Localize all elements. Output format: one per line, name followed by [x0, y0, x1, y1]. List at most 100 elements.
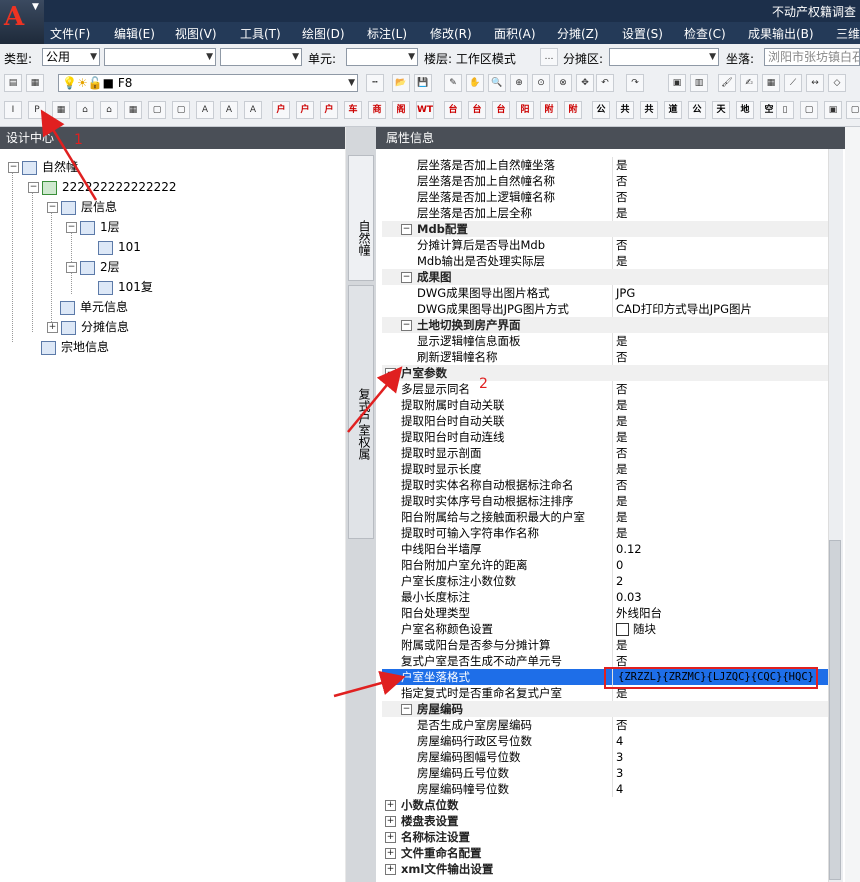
layer-select[interactable]: 💡☀🔓■ F8 ▼ [58, 74, 358, 92]
layer-state-icon[interactable]: ▦ [26, 74, 44, 92]
menu-item[interactable]: 修改(R) [430, 25, 472, 42]
property-value[interactable]: 是 [616, 397, 628, 413]
property-value[interactable]: 是 [616, 333, 628, 349]
collapse-icon[interactable]: − [385, 368, 396, 379]
property-value[interactable]: 否 [616, 349, 628, 365]
tree-node-floor2[interactable]: − 2层 [66, 258, 120, 276]
move-icon[interactable]: ✥ [576, 74, 594, 92]
property-row[interactable]: 提取时显示剖面 否 [382, 445, 828, 461]
edit-icon[interactable]: ✍ [740, 74, 758, 92]
property-value[interactable]: 是 [616, 205, 628, 221]
menu-item[interactable]: 分摊(Z) [557, 25, 599, 42]
menu-item[interactable]: 绘图(D) [302, 25, 345, 42]
property-category-collapsed[interactable]: + 楼盘表设置 [382, 813, 828, 829]
property-category[interactable]: − 户室参数 [382, 365, 828, 381]
property-row[interactable]: Mdb输出是否处理实际层 是 [382, 253, 828, 269]
undo-icon[interactable]: ↶ [596, 74, 614, 92]
property-value[interactable]: 是 [616, 509, 628, 525]
property-row[interactable]: 阳台附加户室允许的距离 0 [382, 557, 828, 573]
linetype-icon[interactable]: ┅ [366, 74, 384, 92]
property-value[interactable]: 是 [616, 637, 628, 653]
expand-icon[interactable]: + [385, 832, 396, 843]
zoom-previous-icon[interactable]: ⊗ [554, 74, 572, 92]
house-tool-button[interactable]: 公用 [592, 101, 610, 119]
house-tool-button[interactable]: 商 [368, 101, 386, 119]
table-icon[interactable]: ▥ [690, 74, 708, 92]
property-row[interactable]: 刷新逻辑幢名称 否 [382, 349, 828, 365]
property-value[interactable]: 否 [616, 189, 628, 205]
expand-icon[interactable]: + [47, 322, 58, 333]
open-folder-icon[interactable]: 📂 [392, 74, 410, 92]
collapse-icon[interactable]: − [28, 182, 39, 193]
property-row[interactable]: DWG成果图导出JPG图片方式 CAD打印方式导出JPG图片 [382, 301, 828, 317]
house-tool-button[interactable]: 户 [272, 101, 290, 119]
property-value[interactable]: 否 [616, 381, 628, 397]
property-category-collapsed[interactable]: + 名称标注设置 [382, 829, 828, 845]
frame2-icon[interactable]: ▢ [800, 101, 818, 119]
menu-item[interactable]: 面积(A) [494, 25, 536, 42]
menu-item[interactable]: 工具(T) [240, 25, 281, 42]
expand-icon[interactable]: + [385, 864, 396, 875]
menu-item[interactable]: 成果输出(B) [748, 25, 814, 42]
tree-node-land-info[interactable]: 宗地信息 [41, 338, 109, 356]
property-value[interactable]: 2 [616, 573, 623, 589]
node-icon[interactable]: ◇ [828, 74, 846, 92]
polyline-icon[interactable]: ⟋ [784, 74, 802, 92]
dimension-icon[interactable]: ↔ [806, 74, 824, 92]
house-tool-button[interactable]: 台 [444, 101, 462, 119]
property-row[interactable]: 提取时实体序号自动根据标注排序 是 [382, 493, 828, 509]
property-category[interactable]: − 成果图 [382, 269, 828, 285]
brush-icon[interactable]: 🖌 [718, 74, 736, 92]
collapse-icon[interactable]: − [66, 262, 77, 273]
property-category[interactable]: − 土地切换到房产界面 [382, 317, 828, 333]
property-value[interactable]: 0.03 [616, 589, 642, 605]
property-value[interactable]: 是 [616, 461, 628, 477]
property-value[interactable]: 是 [616, 413, 628, 429]
property-row[interactable]: 是否生成户室房屋编码 否 [382, 717, 828, 733]
house-tool-button[interactable]: WT [416, 101, 434, 119]
property-value[interactable]: 3 [616, 765, 623, 781]
property-category[interactable]: − Mdb配置 [382, 221, 828, 237]
property-value[interactable]: 0 [616, 557, 623, 573]
property-row[interactable]: 提取阳台时自动关联 是 [382, 413, 828, 429]
house-tool-button[interactable]: 天井 [712, 101, 730, 119]
property-row[interactable]: 房屋编码丘号位数 3 [382, 765, 828, 781]
property-row[interactable]: DWG成果图导出图片格式 JPG [382, 285, 828, 301]
property-row[interactable]: 提取阳台时自动连线 是 [382, 429, 828, 445]
frame-icon[interactable]: ▯ [776, 101, 794, 119]
property-value[interactable]: 否 [616, 173, 628, 189]
house-tool-button[interactable]: 车 [344, 101, 362, 119]
property-row[interactable]: 户室长度标注小数位数 2 [382, 573, 828, 589]
tree-node-building[interactable]: − 222222222222222 [28, 178, 177, 196]
tool-7-icon[interactable]: ▢ [148, 101, 166, 119]
tool-4-icon[interactable]: ⌂ [76, 101, 94, 119]
property-value[interactable]: 是 [616, 493, 628, 509]
property-row[interactable]: 户室名称颜色设置 随块 [382, 621, 828, 637]
save-icon[interactable]: 💾 [414, 74, 432, 92]
property-row[interactable]: 提取时实体名称自动根据标注命名 否 [382, 477, 828, 493]
text-a2-icon[interactable]: A [220, 101, 238, 119]
properties-icon[interactable]: ▣ [668, 74, 686, 92]
property-value[interactable]: 是 [616, 429, 628, 445]
house-tool-button[interactable]: 附 [564, 101, 582, 119]
property-row[interactable]: 房屋编码行政区号位数 4 [382, 733, 828, 749]
tab-natural-building[interactable]: 自然幢 [348, 155, 374, 281]
house-tool-button[interactable]: 附 [540, 101, 558, 119]
grid-icon[interactable]: ▦ [762, 74, 780, 92]
property-row[interactable]: 附属或阳台是否参与分摊计算 是 [382, 637, 828, 653]
tab-duplex-ownership[interactable]: 复式户室权属 [348, 285, 374, 539]
house-tool-button[interactable]: 道 [664, 101, 682, 119]
tree-node-floor-info[interactable]: − 层信息 [47, 198, 117, 216]
property-value[interactable]: JPG [616, 285, 635, 301]
house-tool-button[interactable]: 台 [468, 101, 486, 119]
property-row[interactable]: 提取时可输入字符串作名称 是 [382, 525, 828, 541]
property-row[interactable]: 层坐落是否加上层全称 是 [382, 205, 828, 221]
layer-manager-icon[interactable]: ▤ [4, 74, 22, 92]
house-tool-button[interactable]: 共有 [640, 101, 658, 119]
locate-input[interactable]: 浏阳市张坊镇白石 [764, 48, 860, 66]
pan-icon[interactable]: ✋ [466, 74, 484, 92]
tree-node-room101b[interactable]: 101复 [98, 278, 153, 296]
tree-node-floor1[interactable]: − 1层 [66, 218, 120, 236]
tree-node-unit-info[interactable]: 单元信息 [60, 298, 128, 316]
property-row[interactable]: 显示逻辑幢信息面板 是 [382, 333, 828, 349]
